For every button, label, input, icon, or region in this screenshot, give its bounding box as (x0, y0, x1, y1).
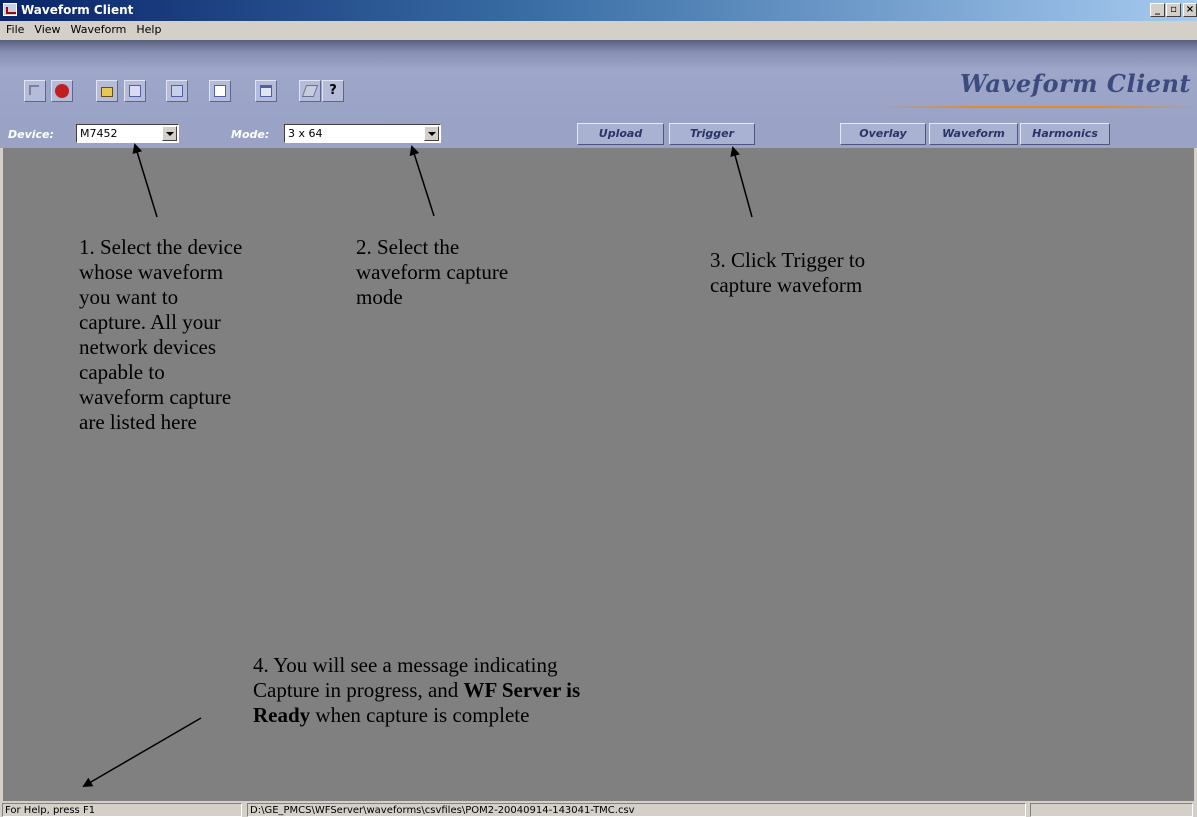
status-extra (1030, 803, 1193, 817)
arrow-step3 (730, 146, 753, 218)
status-help: For Help, press F1 (2, 803, 242, 817)
arrow-step4 (82, 717, 202, 788)
annotation-arrows (82, 143, 753, 788)
arrow-step1 (132, 143, 158, 218)
arrow-step2 (409, 145, 435, 217)
status-file-path: D:\GE_PMCS\WFServer\waveforms\csvfiles\P… (247, 803, 1026, 817)
status-bar: For Help, press F1 D:\GE_PMCS\WFServer\w… (0, 801, 1197, 817)
